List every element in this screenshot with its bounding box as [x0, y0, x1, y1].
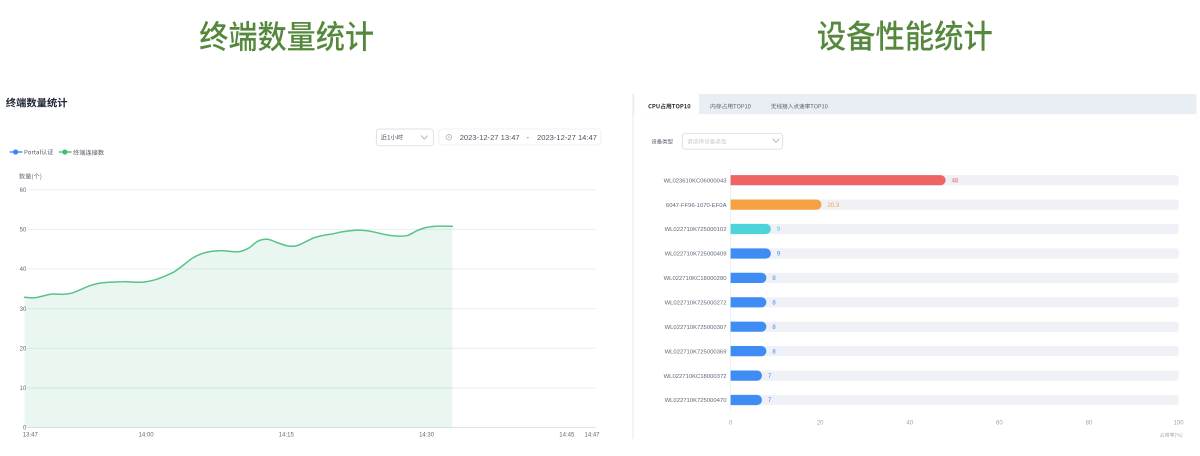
svg-text:14:47: 14:47 [584, 432, 600, 438]
svg-text:20: 20 [817, 421, 824, 427]
svg-text:WL022710K725000470: WL022710K725000470 [665, 398, 728, 404]
svg-text:WL022710K725000409: WL022710K725000409 [665, 252, 727, 258]
svg-text:20.3: 20.3 [828, 203, 840, 209]
svg-text:60: 60 [20, 188, 27, 194]
svg-text:2023-12-27 14:47: 2023-12-27 14:47 [537, 133, 597, 142]
svg-text:2023-12-27 13:47: 2023-12-27 13:47 [460, 133, 520, 142]
svg-text:80: 80 [1086, 421, 1093, 427]
svg-text:14:30: 14:30 [419, 432, 435, 438]
svg-text:WL022710K725000369: WL022710K725000369 [665, 349, 727, 355]
svg-text:WL022710K725000307: WL022710K725000307 [665, 325, 727, 331]
svg-text:WL022710KC18000280: WL022710KC18000280 [664, 276, 728, 282]
svg-text:WL022710K725000272: WL022710K725000272 [665, 301, 727, 307]
svg-text:50: 50 [20, 228, 27, 234]
svg-text:14:15: 14:15 [279, 432, 295, 438]
svg-text:6047-FF96-1070-EF0A: 6047-FF96-1070-EF0A [666, 203, 727, 209]
svg-text:40: 40 [906, 421, 913, 427]
svg-text:40: 40 [20, 267, 27, 273]
svg-text:14:45: 14:45 [559, 432, 575, 438]
svg-text:60: 60 [996, 421, 1003, 427]
svg-text:100: 100 [1174, 421, 1185, 427]
svg-text:14:00: 14:00 [139, 432, 155, 438]
svg-text:48: 48 [952, 178, 959, 184]
svg-text:WL023610KC06000043: WL023610KC06000043 [664, 178, 728, 184]
svg-text:WL022710K725000102: WL022710K725000102 [665, 227, 727, 233]
svg-text:WL022710KC18000372: WL022710KC18000372 [664, 374, 727, 380]
svg-text:13:47: 13:47 [23, 432, 39, 438]
